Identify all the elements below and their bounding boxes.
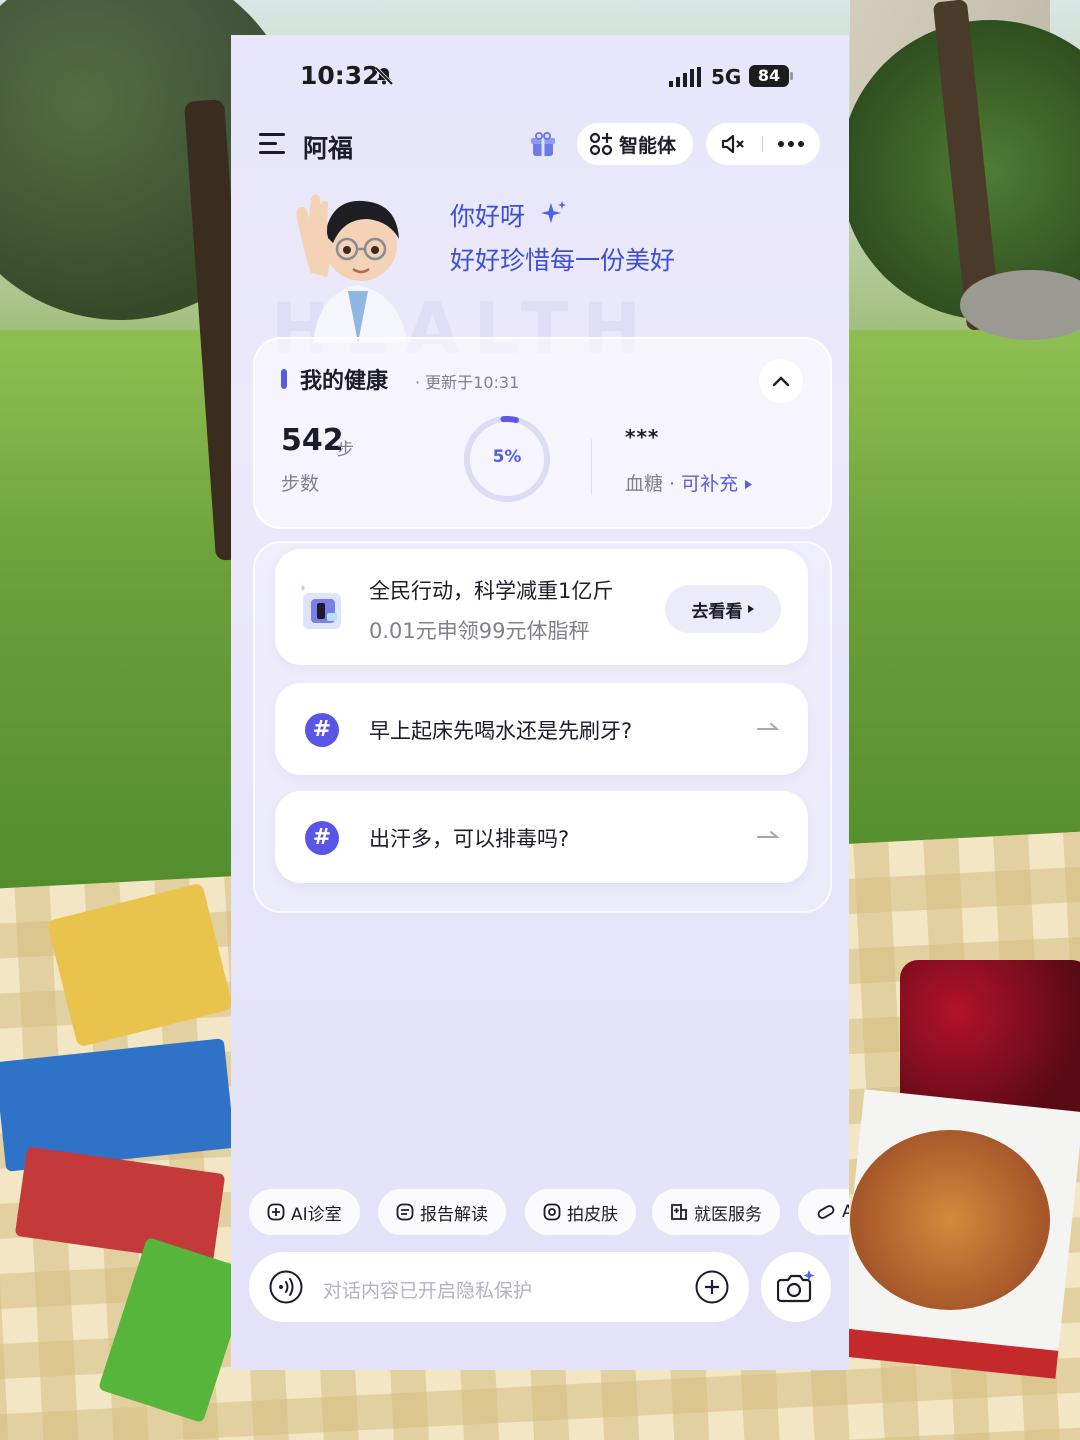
doctor-avatar bbox=[296, 194, 408, 343]
blood-sugar-link[interactable]: 血糖 · 可补充 bbox=[625, 469, 753, 496]
scale-icon bbox=[301, 585, 341, 629]
sparkle-icon bbox=[541, 201, 566, 223]
pill-divider bbox=[762, 136, 763, 152]
update-time: · 更新于10:31 bbox=[415, 373, 520, 392]
chat-input-bar[interactable]: 对话内容已开启隐私保护 bbox=[249, 1252, 749, 1322]
status-time: 10:32 bbox=[300, 61, 380, 90]
title-accent-bar bbox=[281, 369, 287, 389]
question-text: 出汗多，可以排毒吗? bbox=[369, 827, 570, 851]
quick-actions: AI诊室 报告解读 拍皮肤 就医服务 A bbox=[249, 1189, 849, 1235]
battery-tip bbox=[790, 72, 793, 80]
quick-more[interactable]: A bbox=[798, 1189, 849, 1235]
promo-button-label: 去看看 bbox=[691, 601, 743, 622]
add-icon[interactable] bbox=[695, 1270, 729, 1304]
sound-more-pill bbox=[706, 123, 820, 165]
tagline: 好好珍惜每一份美好 bbox=[450, 246, 676, 275]
gift-icon bbox=[531, 132, 555, 156]
hash-icon: # bbox=[305, 821, 339, 855]
plus-square-icon bbox=[267, 1203, 285, 1221]
quick-ai-clinic[interactable]: AI诊室 bbox=[249, 1189, 360, 1235]
progress-percent: 5% bbox=[492, 447, 522, 467]
chat-input-placeholder[interactable]: 对话内容已开启隐私保护 bbox=[323, 1276, 532, 1303]
status-bar: 10:32 5G 84 bbox=[231, 35, 849, 115]
top-bar: 阿福 智能体 bbox=[231, 123, 849, 169]
more-icon[interactable] bbox=[778, 141, 804, 147]
question-card[interactable]: # 出汗多，可以排毒吗? bbox=[275, 791, 808, 883]
gift-button[interactable] bbox=[521, 125, 565, 165]
quick-report[interactable]: 报告解读 bbox=[378, 1189, 506, 1235]
chevron-up-icon bbox=[772, 376, 790, 387]
pill-icon bbox=[817, 1205, 835, 1219]
camera-sparkle-icon bbox=[777, 1270, 815, 1303]
quick-label: AI诊室 bbox=[291, 1204, 342, 1225]
steps-value: 542 bbox=[281, 423, 344, 458]
steps-label: 步数 bbox=[281, 473, 320, 495]
agent-button[interactable]: 智能体 bbox=[577, 123, 693, 165]
app-title: 阿福 bbox=[303, 134, 354, 163]
phone-screen: 10:32 5G 84 阿福 智能体 HEALTH 你好呀 好好珍惜每一份美好 … bbox=[231, 35, 849, 1370]
health-title: 我的健康 bbox=[300, 369, 389, 394]
health-card: 我的健康 · 更新于10:31 542 步 步数 5% *** 血糖 · 可补充 bbox=[253, 337, 832, 529]
quick-label: 就医服务 bbox=[694, 1204, 762, 1225]
speaker-muted-icon[interactable] bbox=[720, 133, 746, 155]
quick-label: 报告解读 bbox=[420, 1204, 488, 1225]
question-card[interactable]: # 早上起床先喝水还是先刷牙? bbox=[275, 683, 808, 775]
menu-icon[interactable] bbox=[259, 133, 285, 155]
suggestion-panel: 全民行动，科学减重1亿斤 0.01元申领99元体脂秤 去看看 # 早上起床先喝水… bbox=[253, 541, 832, 913]
apps-icon bbox=[589, 132, 613, 156]
blood-sugar-action: 可补充 bbox=[681, 473, 739, 495]
promo-card[interactable]: 全民行动，科学减重1亿斤 0.01元申领99元体脂秤 去看看 bbox=[275, 549, 808, 665]
play-right-icon bbox=[745, 480, 753, 489]
divider bbox=[591, 439, 592, 495]
question-text: 早上起床先喝水还是先刷牙? bbox=[369, 719, 633, 743]
quick-skin-photo[interactable]: 拍皮肤 bbox=[525, 1189, 636, 1235]
network-type: 5G bbox=[711, 65, 742, 89]
quick-label: A bbox=[842, 1202, 849, 1222]
battery-icon: 84 bbox=[749, 65, 789, 87]
hospital-icon bbox=[671, 1204, 687, 1220]
voice-icon[interactable] bbox=[269, 1270, 303, 1304]
promo-subtitle: 0.01元申领99元体脂秤 bbox=[369, 619, 590, 643]
play-right-icon bbox=[747, 605, 754, 613]
bell-muted-icon bbox=[374, 66, 394, 86]
blood-sugar-value: *** bbox=[625, 425, 660, 449]
blood-sugar-label: 血糖 · bbox=[625, 473, 682, 495]
quick-medical-service[interactable]: 就医服务 bbox=[652, 1189, 780, 1235]
arrow-right-icon bbox=[757, 723, 779, 730]
quick-label: 拍皮肤 bbox=[567, 1204, 618, 1225]
promo-title: 全民行动，科学减重1亿斤 bbox=[369, 579, 614, 603]
signal-icon bbox=[669, 67, 701, 87]
document-icon bbox=[396, 1203, 414, 1221]
hash-icon: # bbox=[305, 713, 339, 747]
steps-unit: 步 bbox=[337, 440, 354, 460]
greeting: 你好呀 bbox=[450, 202, 526, 231]
collapse-button[interactable] bbox=[759, 359, 803, 403]
agent-label: 智能体 bbox=[619, 134, 677, 157]
camera-icon bbox=[543, 1203, 561, 1221]
promo-go-button[interactable]: 去看看 bbox=[665, 585, 781, 633]
arrow-right-icon bbox=[757, 831, 779, 838]
camera-button[interactable] bbox=[761, 1252, 831, 1322]
